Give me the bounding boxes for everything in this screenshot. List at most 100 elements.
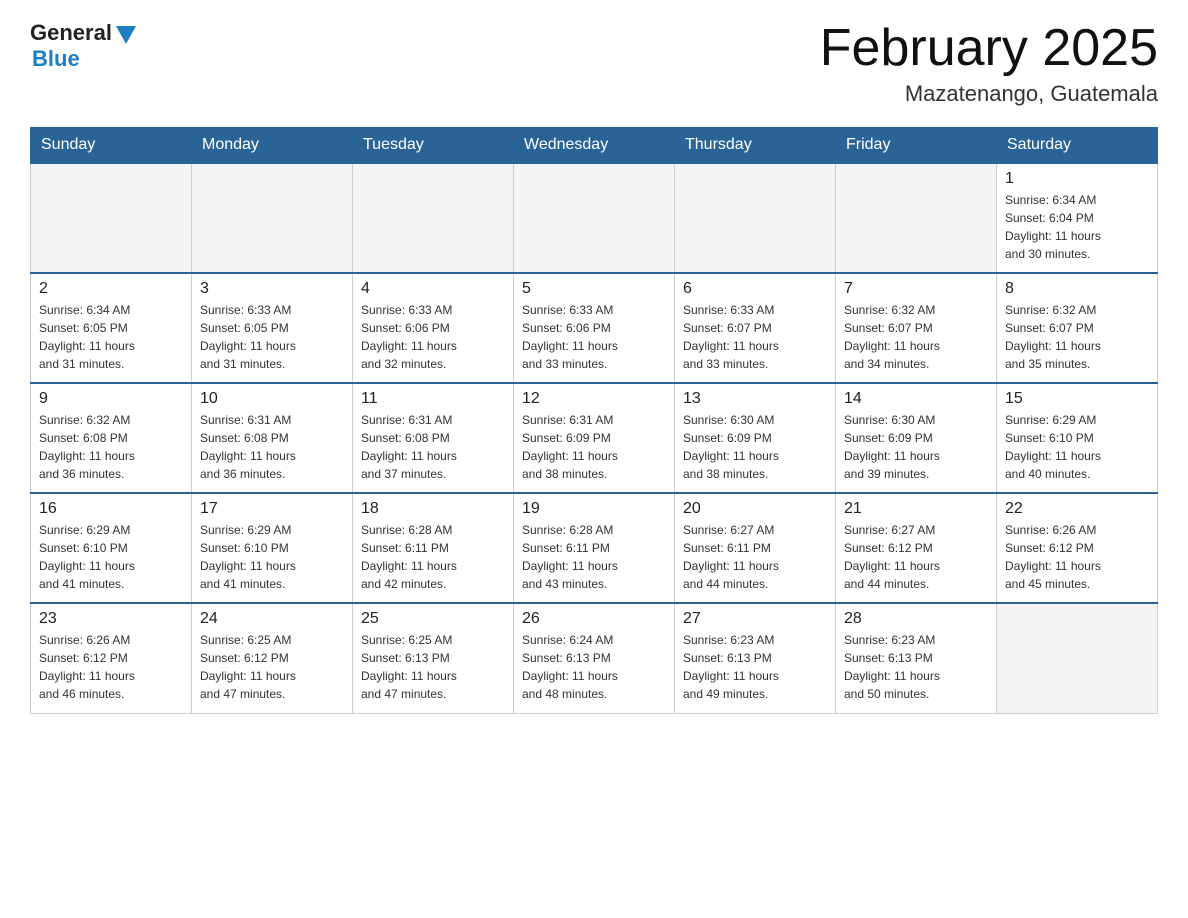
- day-number: 22: [1005, 500, 1149, 518]
- calendar-cell: 1 Sunrise: 6:34 AM Sunset: 6:04 PM Daylig…: [997, 163, 1158, 273]
- calendar-cell: 17Sunrise: 6:29 AM Sunset: 6:10 PM Dayli…: [192, 493, 353, 603]
- day-info: Sunrise: 6:26 AM Sunset: 6:12 PM Dayligh…: [39, 631, 183, 703]
- calendar-cell: 21 Sunrise: 6:27 AM Sunset: 6:12 PM Dayli…: [836, 493, 997, 603]
- day-info: Sunrise: 6:33 AM Sunset: 6:07 PM Dayligh…: [683, 301, 827, 373]
- day-number: 28: [844, 610, 988, 628]
- day-info: Sunrise: 6:34 AM Sunset: 6:05 PM Dayligh…: [39, 301, 183, 373]
- week-row: 16 Sunrise: 6:29 AM Sunset: 6:10 PM Dayli…: [31, 493, 1158, 603]
- day-number: 24: [200, 610, 344, 628]
- day-info: Sunrise: 6:25 AM Sunset: 6:12 PM Dayligh…: [200, 631, 344, 703]
- day-info: Sunrise: 6:24 AM Sunset: 6:13 PM Dayligh…: [522, 631, 666, 703]
- calendar-cell: [675, 163, 836, 273]
- calendar-cell: 13 Sunrise: 6:30 AM Sunset: 6:09 PM Dayli…: [675, 383, 836, 493]
- day-info: Sunrise: 6:28 AM Sunset: 6:11 PM Dayligh…: [361, 521, 505, 593]
- day-number: 26: [522, 610, 666, 628]
- calendar-cell: 18 Sunrise: 6:28 AM Sunset: 6:11 PM Dayli…: [353, 493, 514, 603]
- day-number: 15: [1005, 390, 1149, 408]
- days-header-row: SundayMondayTuesdayWednesdayThursdayFrid…: [31, 128, 1158, 164]
- calendar-cell: [31, 163, 192, 273]
- logo-general-text: General: [30, 20, 112, 46]
- calendar-cell: 20 Sunrise: 6:27 AM Sunset: 6:11 PM Dayli…: [675, 493, 836, 603]
- day-info: Sunrise: 6:30 AM Sunset: 6:09 PM Dayligh…: [844, 411, 988, 483]
- calendar-cell: 5 Sunrise: 6:33 AM Sunset: 6:06 PM Daylig…: [514, 273, 675, 383]
- calendar-cell: 11Sunrise: 6:31 AM Sunset: 6:08 PM Dayli…: [353, 383, 514, 493]
- day-number: 25: [361, 610, 505, 628]
- calendar-cell: 15 Sunrise: 6:29 AM Sunset: 6:10 PM Dayli…: [997, 383, 1158, 493]
- day-info: Sunrise: 6:31 AM Sunset: 6:08 PM Dayligh…: [200, 411, 344, 483]
- calendar-cell: 10 Sunrise: 6:31 AM Sunset: 6:08 PM Dayli…: [192, 383, 353, 493]
- calendar-cell: 28 Sunrise: 6:23 AM Sunset: 6:13 PM Dayli…: [836, 603, 997, 713]
- day-info: Sunrise: 6:27 AM Sunset: 6:12 PM Dayligh…: [844, 521, 988, 593]
- calendar-cell: 19 Sunrise: 6:28 AM Sunset: 6:11 PM Dayli…: [514, 493, 675, 603]
- day-info: Sunrise: 6:29 AM Sunset: 6:10 PM Dayligh…: [200, 521, 344, 593]
- day-number: 11: [361, 390, 505, 408]
- calendar-cell: 6 Sunrise: 6:33 AM Sunset: 6:07 PM Daylig…: [675, 273, 836, 383]
- day-info: Sunrise: 6:25 AM Sunset: 6:13 PM Dayligh…: [361, 631, 505, 703]
- calendar-cell: 27 Sunrise: 6:23 AM Sunset: 6:13 PM Dayli…: [675, 603, 836, 713]
- day-info: Sunrise: 6:32 AM Sunset: 6:07 PM Dayligh…: [844, 301, 988, 373]
- day-number: 2: [39, 280, 183, 298]
- day-number: 27: [683, 610, 827, 628]
- calendar-cell: [997, 603, 1158, 713]
- day-number: 18: [361, 500, 505, 518]
- week-row: 9Sunrise: 6:32 AM Sunset: 6:08 PM Daylig…: [31, 383, 1158, 493]
- day-info: Sunrise: 6:32 AM Sunset: 6:08 PM Dayligh…: [39, 411, 183, 483]
- day-of-week-header: Tuesday: [353, 128, 514, 164]
- calendar-cell: 22 Sunrise: 6:26 AM Sunset: 6:12 PM Dayli…: [997, 493, 1158, 603]
- logo-arrow-icon: [116, 26, 136, 44]
- title-area: February 2025 Mazatenango, Guatemala: [820, 20, 1158, 107]
- day-info: Sunrise: 6:29 AM Sunset: 6:10 PM Dayligh…: [1005, 411, 1149, 483]
- calendar-cell: 23 Sunrise: 6:26 AM Sunset: 6:12 PM Dayli…: [31, 603, 192, 713]
- day-info: Sunrise: 6:32 AM Sunset: 6:07 PM Dayligh…: [1005, 301, 1149, 373]
- calendar-subtitle: Mazatenango, Guatemala: [820, 81, 1158, 107]
- day-of-week-header: Wednesday: [514, 128, 675, 164]
- day-number: 19: [522, 500, 666, 518]
- day-number: 20: [683, 500, 827, 518]
- day-number: 10: [200, 390, 344, 408]
- calendar-cell: 4Sunrise: 6:33 AM Sunset: 6:06 PM Daylig…: [353, 273, 514, 383]
- day-number: 5: [522, 280, 666, 298]
- day-number: 6: [683, 280, 827, 298]
- week-row: 1 Sunrise: 6:34 AM Sunset: 6:04 PM Daylig…: [31, 163, 1158, 273]
- day-number: 4: [361, 280, 505, 298]
- day-of-week-header: Saturday: [997, 128, 1158, 164]
- day-number: 14: [844, 390, 988, 408]
- logo: General Blue: [30, 20, 136, 72]
- day-number: 21: [844, 500, 988, 518]
- day-number: 13: [683, 390, 827, 408]
- day-info: Sunrise: 6:26 AM Sunset: 6:12 PM Dayligh…: [1005, 521, 1149, 593]
- calendar-cell: [836, 163, 997, 273]
- day-number: 3: [200, 280, 344, 298]
- logo-blue-text: Blue: [32, 46, 80, 72]
- calendar-cell: 25 Sunrise: 6:25 AM Sunset: 6:13 PM Dayli…: [353, 603, 514, 713]
- day-info: Sunrise: 6:30 AM Sunset: 6:09 PM Dayligh…: [683, 411, 827, 483]
- calendar-cell: [514, 163, 675, 273]
- day-number: 12: [522, 390, 666, 408]
- day-number: 7: [844, 280, 988, 298]
- calendar-cell: 8 Sunrise: 6:32 AM Sunset: 6:07 PM Daylig…: [997, 273, 1158, 383]
- day-info: Sunrise: 6:27 AM Sunset: 6:11 PM Dayligh…: [683, 521, 827, 593]
- day-of-week-header: Monday: [192, 128, 353, 164]
- day-info: Sunrise: 6:28 AM Sunset: 6:11 PM Dayligh…: [522, 521, 666, 593]
- day-info: Sunrise: 6:33 AM Sunset: 6:05 PM Dayligh…: [200, 301, 344, 373]
- day-info: Sunrise: 6:33 AM Sunset: 6:06 PM Dayligh…: [522, 301, 666, 373]
- day-number: 8: [1005, 280, 1149, 298]
- calendar-cell: 9Sunrise: 6:32 AM Sunset: 6:08 PM Daylig…: [31, 383, 192, 493]
- day-of-week-header: Thursday: [675, 128, 836, 164]
- day-info: Sunrise: 6:23 AM Sunset: 6:13 PM Dayligh…: [683, 631, 827, 703]
- day-of-week-header: Sunday: [31, 128, 192, 164]
- day-info: Sunrise: 6:31 AM Sunset: 6:09 PM Dayligh…: [522, 411, 666, 483]
- header: General Blue February 2025 Mazatenango, …: [30, 20, 1158, 107]
- day-number: 23: [39, 610, 183, 628]
- day-info: Sunrise: 6:23 AM Sunset: 6:13 PM Dayligh…: [844, 631, 988, 703]
- calendar-cell: 3 Sunrise: 6:33 AM Sunset: 6:05 PM Daylig…: [192, 273, 353, 383]
- day-of-week-header: Friday: [836, 128, 997, 164]
- day-number: 16: [39, 500, 183, 518]
- day-info: Sunrise: 6:29 AM Sunset: 6:10 PM Dayligh…: [39, 521, 183, 593]
- calendar-cell: 7 Sunrise: 6:32 AM Sunset: 6:07 PM Daylig…: [836, 273, 997, 383]
- day-number: 1: [1005, 170, 1149, 188]
- day-info: Sunrise: 6:34 AM Sunset: 6:04 PM Dayligh…: [1005, 191, 1149, 263]
- calendar-title: February 2025: [820, 20, 1158, 77]
- week-row: 2 Sunrise: 6:34 AM Sunset: 6:05 PM Daylig…: [31, 273, 1158, 383]
- calendar-cell: [353, 163, 514, 273]
